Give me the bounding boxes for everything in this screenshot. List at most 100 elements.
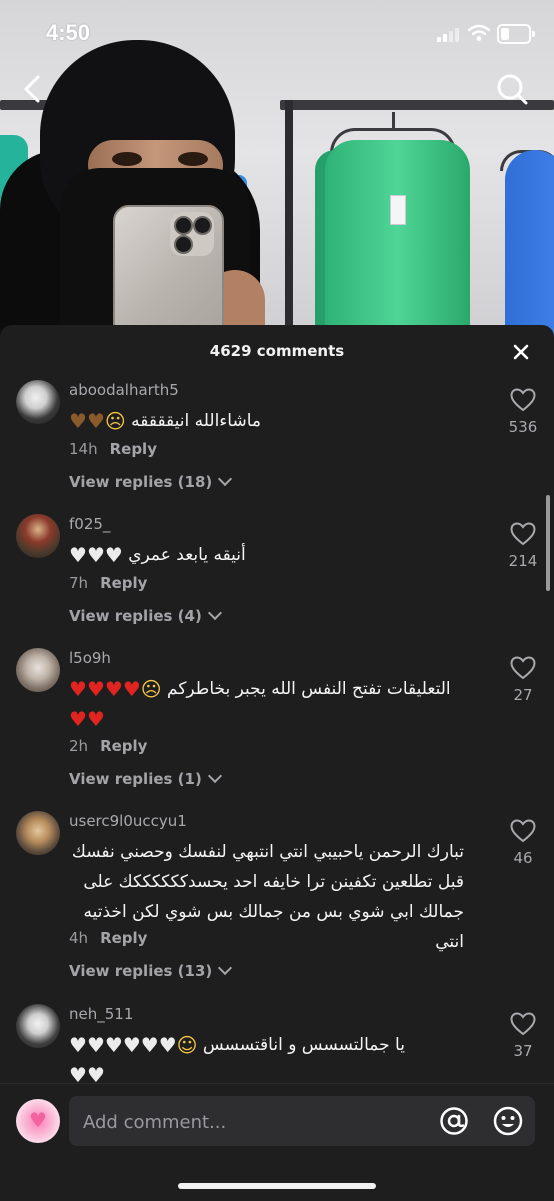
chevron-down-icon [207,768,222,784]
white-heart-icon: ♥ [104,1033,123,1057]
frowning-face-icon: ☹ [104,409,126,433]
battery-icon [497,24,535,44]
rail-pole [285,100,293,340]
comments-count: 4629 comments [209,342,345,360]
like-count: 27 [513,686,533,704]
view-replies-button[interactable]: View replies (13) [69,960,233,980]
reply-button[interactable]: Reply [110,440,157,458]
comment-username[interactable]: l5o9h [69,649,111,667]
reply-button[interactable]: Reply [100,737,147,755]
comment-body: أنيقه يابعد عمري [128,545,246,565]
comment-field[interactable] [69,1096,535,1148]
white-heart-icon: ♥ [86,1033,105,1057]
like-button[interactable]: 46 [505,819,541,867]
view-replies-button[interactable]: View replies (18) [69,471,233,491]
red-heart-icon: ♥ [86,707,105,731]
like-button[interactable]: 27 [505,656,541,704]
reply-button[interactable]: Reply [100,929,147,947]
emoji-icon[interactable] [493,1106,523,1136]
like-button[interactable]: 214 [505,522,541,570]
comment-text: ♥♥☹ ماشاءالله انيققققه [69,406,479,436]
comment-meta: 14h Reply [69,440,157,458]
white-heart-icon: ♥ [69,543,87,567]
comment-body: يا جمالتسسس و اناقتسسس [202,1035,405,1055]
white-heart-icon: ♥ [69,1033,87,1057]
like-count: 214 [508,552,538,570]
red-heart-icon: ♥ [69,707,87,731]
white-heart-icon: ♥ [86,543,105,567]
comment-username[interactable]: neh_511 [69,1005,133,1023]
heart-outline-icon [510,522,536,546]
comment-age: 2h [69,737,89,755]
avatar[interactable] [16,514,60,558]
comment-line: تبارك الرحمن ياحبيبي انتي انتبهي لنفسك و… [71,842,464,862]
view-replies-label: View replies (13) [69,962,213,980]
comment-username[interactable]: aboodalharth5 [69,381,179,399]
green-dress [325,140,470,340]
chevron-down-icon [207,605,222,621]
white-heart-icon: ♥ [104,543,123,567]
reply-button[interactable]: Reply [100,574,147,592]
comment-age: 14h [69,440,98,458]
comments-header: 4629 comments [0,325,554,377]
comment-username[interactable]: userc9l0uccyu1 [69,812,187,830]
red-heart-icon: ♥ [122,677,141,701]
comment-line: جمالك ابي شوي بس من جمالك بس شوي لكن اخذ… [83,902,464,952]
status-time: 4:50 [46,20,91,45]
avatar[interactable] [16,1004,60,1048]
like-button[interactable]: 536 [505,388,541,436]
white-heart-icon: ♥ [122,1033,141,1057]
chevron-down-icon [218,960,233,976]
comment-input[interactable] [81,1096,425,1148]
brown-heart-icon: ♥ [86,409,105,433]
comment-meta: 4h Reply [69,929,147,947]
at-sign-icon[interactable] [439,1106,469,1136]
view-replies-label: View replies (4) [69,607,202,625]
loudly-crying-face-icon: ☹ [140,677,162,701]
comment-age: 4h [69,929,89,947]
blue-dress [505,150,554,340]
comment-meta: 2h Reply [69,737,147,755]
comment-text: ♥♥♥♥☹ التعليقات تفتح النفس الله يجبر بخا… [69,674,479,734]
status-bar: 4:50 [0,0,554,66]
comment-meta: 7h Reply [69,574,147,592]
eye [112,152,142,166]
view-replies-label: View replies (1) [69,770,202,788]
heart-outline-icon [510,388,536,412]
comment-body: ماشاءالله انيققققه [131,411,261,431]
price-tag [390,195,406,225]
avatar[interactable] [16,648,60,692]
comment-username[interactable]: f025_ [69,515,110,533]
red-heart-icon: ♥ [69,677,87,701]
view-replies-button[interactable]: View replies (4) [69,605,222,625]
heart-outline-icon [510,656,536,680]
phone-camera [170,212,214,256]
comment-text: ♥♥♥♥♥♥☺ يا جمالتسسس و اناقتسسس ♥♥ [69,1030,479,1090]
close-icon[interactable] [510,341,532,363]
like-count: 536 [508,418,538,436]
heart-outline-icon [510,819,536,843]
search-icon[interactable] [495,72,529,106]
like-count: 37 [513,1042,533,1060]
avatar[interactable] [16,380,60,424]
my-avatar[interactable] [16,1099,60,1143]
scrollbar[interactable] [546,495,550,591]
comment-line: قبل تطلعين تكفينن ترا خايفه احد يحسدكككك… [83,872,464,892]
like-count: 46 [513,849,533,867]
like-button[interactable]: 37 [505,1012,541,1060]
view-replies-label: View replies (18) [69,473,213,491]
wifi-icon [468,24,490,41]
star-struck-face-icon: ☺ [176,1033,198,1057]
comments-sheet: 4629 comments aboodalharth5 ♥♥☹ ماشاءالل… [0,325,554,1200]
comment-age: 7h [69,574,89,592]
red-heart-icon: ♥ [86,677,105,701]
view-replies-button[interactable]: View replies (1) [69,768,222,788]
back-chevron-icon[interactable] [18,72,48,106]
avatar[interactable] [16,811,60,855]
brown-heart-icon: ♥ [69,409,87,433]
white-heart-icon: ♥ [140,1033,159,1057]
white-heart-icon: ♥ [86,1063,105,1087]
comment-text: ♥♥♥ أنيقه يابعد عمري [69,540,479,570]
video-frame[interactable]: 4:50 [0,0,554,340]
comment-body: التعليقات تفتح النفس الله يجبر بخاطركم [167,679,451,699]
